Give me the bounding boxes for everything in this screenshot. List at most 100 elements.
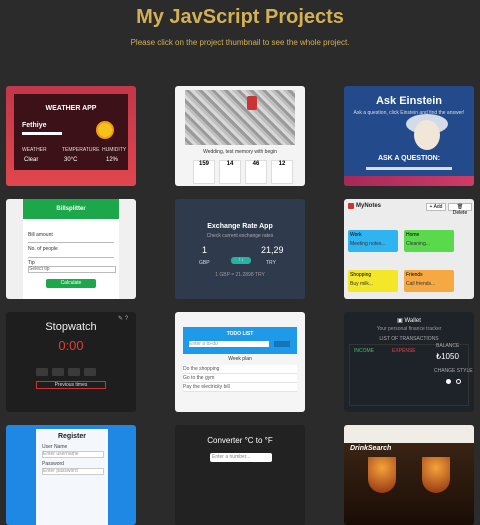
exchange-right-value: 21,29 — [261, 245, 284, 255]
exchange-title: Exchange Rate App — [207, 223, 273, 230]
bill-field-2: No. of people — [28, 246, 58, 252]
einstein-title: Ask Einstein — [375, 95, 443, 107]
project-thumbnail-exchange-rate[interactable]: Exchange Rate App Check current exchange… — [175, 199, 305, 299]
weather-label-2: TEMPERATURE — [62, 147, 100, 153]
exchange-right-currency: TRY — [266, 260, 276, 266]
wallet-balance: ₺1050 — [436, 352, 459, 361]
weather-value-2: 30°C — [64, 157, 78, 163]
notes-delete-button: 🗑 Delete — [448, 203, 472, 216]
theme-dark-toggle — [456, 379, 461, 384]
note-text: Cleaning... — [406, 241, 430, 247]
exchange-rate-line: 1 GBP = 21.2898 TRY — [215, 272, 265, 278]
memory-stat-value: 12 — [278, 161, 286, 167]
exchange-left-currency: GBP — [199, 260, 210, 266]
wallet-title-text: Wallet — [404, 318, 421, 324]
play-icon — [36, 368, 48, 376]
register-title: Register — [57, 433, 86, 440]
note-title: Work — [350, 232, 362, 238]
project-thumbnail-drink-search[interactable]: DrinkSearch — [344, 425, 474, 525]
project-thumbnail-memory-countdown[interactable]: Wedding, test memory with begin 159 14 4… — [175, 86, 305, 186]
exchange-swap-button: ↑↓ — [231, 257, 251, 264]
memory-stat-3: 46 — [245, 160, 267, 184]
project-thumbnail-wallet[interactable]: ▣ Wallet Your personal finance tracker L… — [344, 312, 474, 412]
weather-value-1: Clear — [24, 157, 39, 163]
wallet-balance-label: BALANCE — [436, 343, 460, 349]
question-icon — [247, 96, 257, 110]
todo-title: TODO LIST — [226, 331, 254, 337]
register-field-label-2: Password — [42, 461, 64, 467]
register-username-input: Enter username — [42, 451, 104, 458]
stop-icon — [68, 368, 80, 376]
note-text: Meeting notes... — [350, 241, 386, 247]
sun-icon — [98, 123, 112, 137]
todo-input: Enter a to-do — [189, 341, 269, 347]
register-password-input: Enter password — [42, 468, 104, 475]
todo-item: Pay the electricity bill — [183, 383, 297, 392]
project-thumbnail-bill-splitter[interactable]: Billsplitter Bill amount No. of people T… — [6, 199, 136, 299]
weather-city-input — [22, 132, 62, 135]
project-thumbnail-register[interactable]: Register User Name Enter username Passwo… — [6, 425, 136, 525]
todo-item: Go to the gym — [183, 374, 297, 383]
bill-field-1: Bill amount — [28, 232, 53, 238]
theme-light-toggle — [446, 379, 451, 384]
pause-icon — [52, 368, 64, 376]
page-subtitle: Please click on the project thumbnail to… — [130, 38, 350, 47]
project-thumbnail-todo-list[interactable]: TODO LIST Enter a to-do Week plan Do the… — [175, 312, 305, 412]
notes-add-button: + Add — [426, 203, 446, 211]
bill-title: Billsplitter — [56, 206, 86, 212]
page-title: My JavScript Projects — [136, 6, 344, 28]
drinks-header — [344, 425, 474, 443]
project-thumbnail-weather-app[interactable]: WEATHER APP Fethiye WEATHER TEMPERATURE … — [6, 86, 136, 186]
wallet-title: ▣ Wallet — [344, 317, 474, 324]
weather-city: Fethiye — [22, 122, 47, 129]
memory-stat-value: 14 — [226, 161, 234, 167]
project-thumbnail-mynotes[interactable]: MyNotes + Add 🗑 Delete Work Home Shoppin… — [344, 199, 474, 299]
converter-title: Converter °C to °F — [207, 436, 273, 445]
wine-glass-icon — [368, 457, 396, 493]
project-thumbnail-ask-einstein[interactable]: Ask Einstein Ask a question, click Einst… — [344, 86, 474, 186]
einstein-footer — [344, 176, 474, 186]
einstein-question-input — [366, 167, 452, 170]
todo-item-text: Do the shopping — [183, 366, 220, 372]
weather-value-3: 12% — [106, 157, 119, 163]
converter-input: Enter a number... — [210, 453, 272, 462]
memory-caption: Wedding, test memory with begin — [203, 149, 277, 155]
weather-title: WEATHER APP — [45, 105, 97, 112]
einstein-question-label: ASK A QUESTION: — [377, 155, 441, 162]
drinks-background — [344, 443, 474, 525]
stopwatch-title: Stopwatch — [45, 321, 97, 333]
weather-label-1: WEATHER — [22, 147, 47, 153]
bill-field-2-line — [28, 257, 114, 258]
project-thumbnail-converter[interactable]: Converter °C to °F Enter a number... — [175, 425, 305, 525]
note-title: Shopping — [350, 272, 372, 278]
todo-item-text: Go to the gym — [183, 375, 215, 381]
todo-list-title: Week plan — [228, 356, 252, 362]
memory-stat-2: 14 — [219, 160, 241, 184]
note-text: Call friends... — [406, 281, 436, 287]
wallet-income-label: INCOME — [354, 348, 374, 354]
note-title: Home — [406, 232, 420, 238]
reset-icon — [84, 368, 96, 376]
bill-calculate-button: Calculate — [46, 279, 96, 288]
exchange-subtitle: Check current exchange rates — [206, 233, 274, 239]
exchange-left-value: 1 — [202, 245, 208, 255]
wine-glass-icon — [422, 457, 450, 493]
note-title: Friends — [406, 272, 423, 278]
memory-stat-value: 46 — [252, 161, 260, 167]
stopwatch-previous-times-button: Previous times — [36, 381, 106, 389]
todo-item-text: Pay the electricity bill — [183, 384, 230, 390]
wallet-subtitle: Your personal finance tracker — [376, 326, 442, 332]
notes-title: MyNotes — [356, 203, 382, 209]
memory-image — [185, 90, 295, 145]
bill-field-1-line — [28, 242, 114, 243]
todo-item: Do the shopping — [183, 365, 297, 374]
memory-stat-1: 159 — [193, 160, 215, 184]
drinks-title: DrinkSearch — [350, 445, 392, 452]
einstein-tagline: Ask a question, click Einstein and find … — [353, 110, 465, 116]
notes-logo-icon — [348, 203, 354, 209]
wallet-section: LIST OF TRANSACTIONS — [379, 336, 439, 342]
einstein-face-icon — [414, 120, 440, 150]
project-thumbnail-stopwatch[interactable]: ✎ ? Stopwatch 0:00 Previous times — [6, 312, 136, 412]
wallet-expense-label: EXPENSE — [392, 348, 416, 354]
note-text: Buy milk... — [350, 281, 374, 287]
